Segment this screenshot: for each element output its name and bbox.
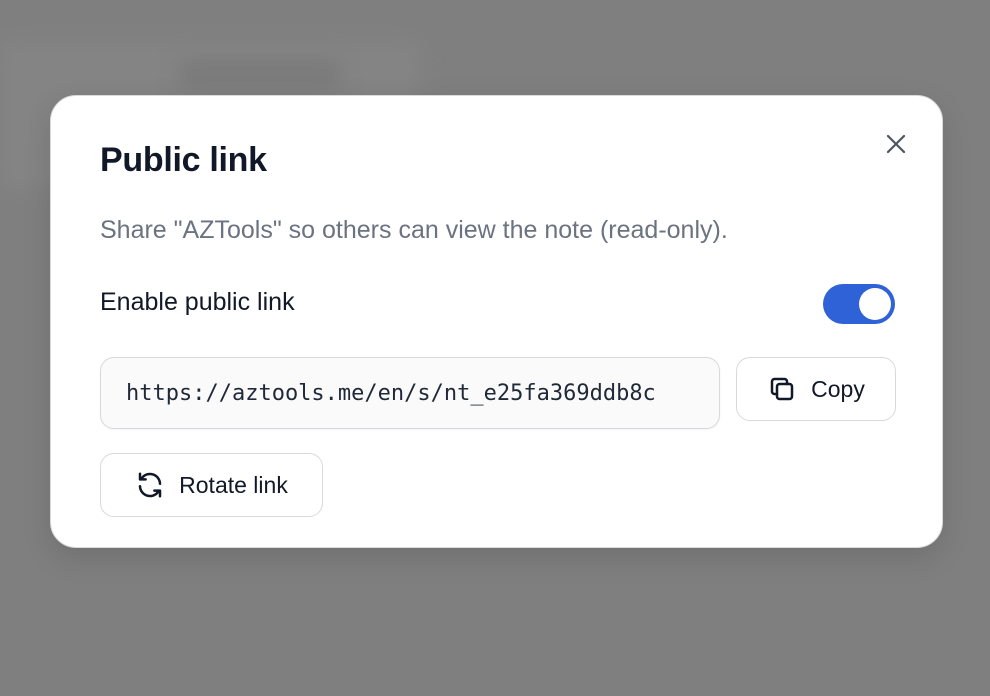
refresh-icon (135, 470, 165, 500)
toggle-knob (859, 288, 891, 320)
enable-public-link-label: Enable public link (100, 288, 295, 316)
copy-button[interactable]: Copy (736, 357, 896, 421)
dialog-title: Public link (100, 141, 267, 179)
rotate-link-label: Rotate link (179, 471, 288, 498)
close-button[interactable] (880, 128, 912, 160)
public-link-input[interactable] (126, 380, 719, 406)
close-icon (884, 132, 908, 156)
public-link-dialog: Public link Share "AZTools" so others ca… (50, 95, 943, 548)
blurred-background-content-detail (180, 60, 340, 90)
copy-icon (767, 374, 797, 404)
rotate-link-button[interactable]: Rotate link (100, 453, 323, 517)
public-link-field[interactable] (100, 357, 720, 429)
enable-public-link-toggle[interactable] (823, 284, 895, 324)
dialog-description: Share "AZTools" so others can view the n… (100, 216, 728, 244)
copy-button-label: Copy (811, 375, 865, 402)
